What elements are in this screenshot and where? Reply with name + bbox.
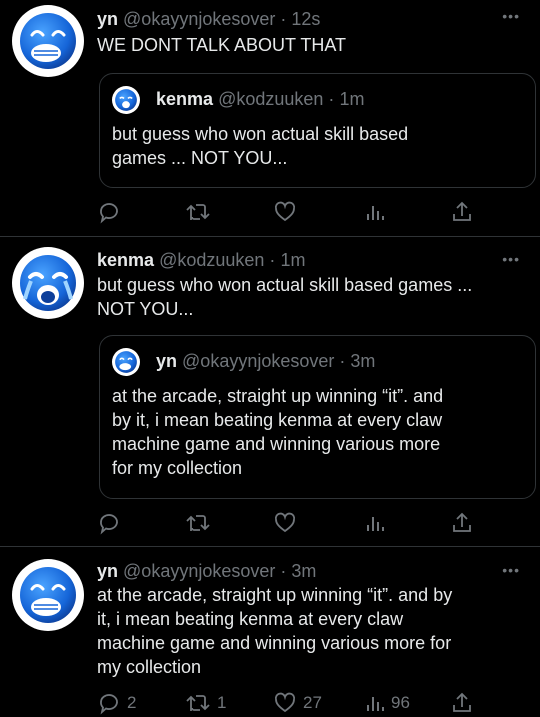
- views-button[interactable]: [365, 198, 385, 226]
- user-handle[interactable]: @okayynjokesover: [123, 561, 275, 581]
- views-button[interactable]: [365, 509, 385, 537]
- quote-text-line: for my collection: [112, 458, 243, 478]
- quote-avatar: [112, 86, 140, 114]
- reply-icon: [100, 694, 118, 715]
- share-icon: [453, 512, 471, 532]
- like-count: 27: [303, 693, 322, 712]
- tweet-text-line: at the arcade, straight up winning “it”.…: [97, 585, 453, 605]
- tweet-text-line: but guess who won actual skill based gam…: [97, 275, 473, 295]
- user-handle[interactable]: @kodzuuken: [159, 250, 264, 270]
- tweet-text-line: my collection: [97, 657, 202, 677]
- retweet-count: 1: [217, 693, 227, 712]
- display-name[interactable]: yn: [97, 9, 118, 29]
- retweet-icon: [186, 515, 210, 531]
- views-button[interactable]: 96: [365, 689, 410, 717]
- avatar[interactable]: [12, 5, 84, 77]
- timestamp[interactable]: 1m: [280, 250, 305, 270]
- tweet-1[interactable]: yn @okayynjokesover · 12s ••• WE DONT TA…: [0, 0, 540, 237]
- quote-text: at the arcade, straight up winning “it”.…: [112, 384, 519, 480]
- avatar[interactable]: [12, 559, 84, 631]
- more-options-icon[interactable]: •••: [502, 251, 520, 267]
- reply-count: 2: [127, 693, 137, 712]
- hand-over-mouth-emoji-icon: [115, 351, 137, 373]
- quote-avatar: [112, 348, 140, 376]
- views-icon: [367, 517, 384, 531]
- like-icon: [274, 512, 296, 533]
- tweet-text: WE DONT TALK ABOUT THAT: [97, 35, 347, 55]
- quote-user-handle: @kodzuuken: [218, 89, 324, 109]
- separator-dot: ·: [280, 9, 287, 29]
- retweet-icon: [186, 695, 210, 711]
- retweet-icon: [186, 204, 210, 220]
- retweet-button[interactable]: 1: [185, 689, 226, 717]
- tweet-3[interactable]: yn @okayynjokesover · 3m ••• at the arca…: [0, 547, 540, 715]
- share-icon: [453, 201, 471, 221]
- separator-dot: ·: [328, 89, 335, 109]
- quote-display-name: kenma: [156, 89, 214, 109]
- quoted-tweet[interactable]: kenma @kodzuuken · 1m but guess who won …: [99, 73, 536, 188]
- separator-dot: ·: [339, 351, 346, 371]
- retweet-button[interactable]: [185, 198, 211, 226]
- user-handle[interactable]: @okayynjokesover: [123, 9, 275, 29]
- views-icon: [367, 206, 384, 220]
- reply-icon: [100, 514, 118, 535]
- display-name[interactable]: yn: [97, 561, 118, 581]
- avatar[interactable]: [12, 247, 84, 319]
- share-icon: [453, 692, 471, 712]
- tweet-text: but guess who won actual skill based gam…: [97, 273, 516, 321]
- tweet-actions: 2 1 27 96: [97, 689, 480, 717]
- tweet-text: at the arcade, straight up winning “it”.…: [97, 583, 516, 679]
- reply-button[interactable]: [97, 198, 121, 226]
- separator-dot: ·: [269, 250, 276, 270]
- like-button[interactable]: [273, 198, 297, 226]
- crying-emoji-icon: [115, 89, 137, 111]
- more-options-icon[interactable]: •••: [502, 562, 520, 578]
- quote-text-line: games ... NOT YOU...: [112, 148, 288, 168]
- separator-dot: ·: [280, 561, 287, 581]
- tweet-actions: [97, 509, 480, 537]
- display-name[interactable]: kenma: [97, 250, 154, 270]
- reply-button[interactable]: 2: [97, 689, 136, 717]
- timestamp[interactable]: 12s: [291, 9, 320, 29]
- timestamp[interactable]: 3m: [291, 561, 316, 581]
- share-button[interactable]: [451, 689, 473, 717]
- more-options-icon[interactable]: •••: [502, 8, 520, 24]
- share-button[interactable]: [451, 509, 473, 537]
- tweet-actions: [97, 198, 480, 226]
- like-button[interactable]: [273, 509, 297, 537]
- hand-over-mouth-emoji-icon: [20, 13, 76, 69]
- hand-over-mouth-emoji-icon: [20, 567, 76, 623]
- retweet-button[interactable]: [185, 509, 211, 537]
- views-count: 96: [391, 693, 410, 712]
- quote-text-line: but guess who won actual skill based: [112, 124, 409, 144]
- quote-display-name: yn: [156, 351, 178, 371]
- like-button[interactable]: 27: [273, 689, 322, 717]
- tweet-text-line: it, i mean beating kenma at every claw: [97, 609, 404, 629]
- quote-text-line: by it, i mean beating kenma at every cla…: [112, 410, 443, 430]
- views-icon: [367, 697, 384, 711]
- tweet-text-line: NOT YOU...: [97, 299, 194, 319]
- quote-text-line: machine game and winning various more: [112, 434, 441, 454]
- share-button[interactable]: [451, 198, 473, 226]
- tweet-2[interactable]: kenma @kodzuuken · 1m ••• but guess who …: [0, 237, 540, 547]
- quoted-tweet[interactable]: yn @okayynjokesover · 3m at the arcade, …: [99, 335, 536, 499]
- reply-button[interactable]: [97, 509, 121, 537]
- like-icon: [274, 201, 296, 222]
- quote-text: but guess who won actual skill based gam…: [112, 122, 519, 170]
- tweet-text-line: machine game and winning various more fo…: [97, 633, 452, 653]
- reply-icon: [100, 203, 118, 224]
- quote-text-line: at the arcade, straight up winning “it”.…: [112, 386, 444, 406]
- quote-timestamp: 3m: [350, 351, 376, 371]
- crying-emoji-icon: [20, 255, 76, 311]
- like-icon: [274, 692, 296, 713]
- quote-user-handle: @okayynjokesover: [182, 351, 335, 371]
- quote-timestamp: 1m: [339, 89, 365, 109]
